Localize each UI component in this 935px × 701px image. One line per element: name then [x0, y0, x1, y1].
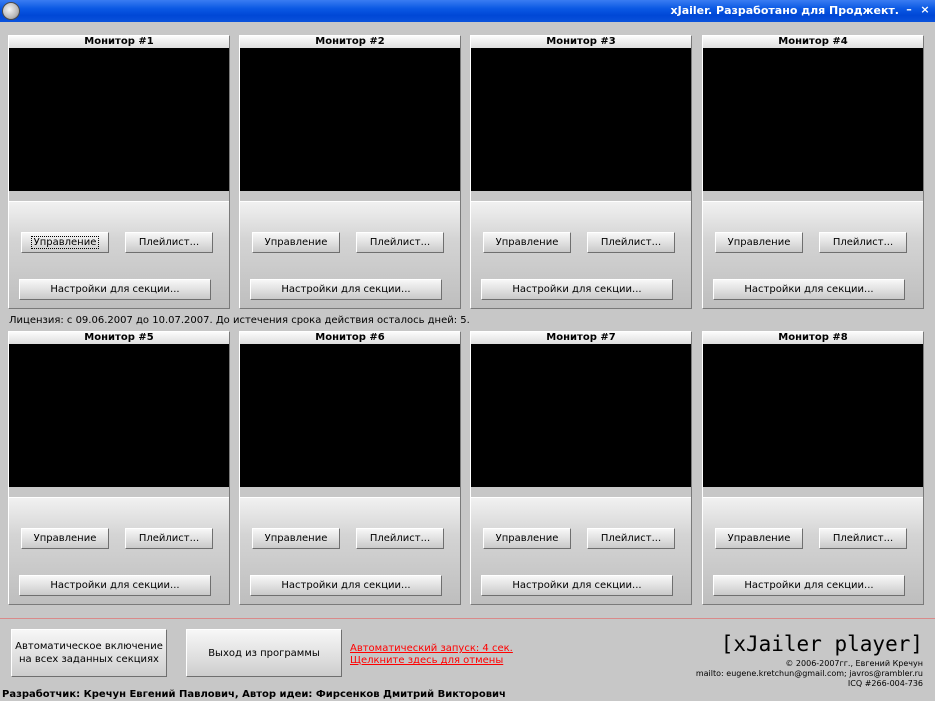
- control-button[interactable]: Управление: [21, 232, 109, 253]
- credits: © 2006-2007гг., Евгений Кречун mailto: e…: [696, 659, 923, 689]
- autostart-cancel-text[interactable]: Щелкните здесь для отмены: [350, 655, 513, 667]
- monitor-panel-8: Монитор #8 Управление Плейлист... Настро…: [702, 331, 924, 605]
- monitor-panel-4: Монитор #4 Управление Плейлист... Настро…: [702, 35, 924, 309]
- section-settings-button[interactable]: Настройки для секции...: [19, 279, 211, 300]
- monitor-screen[interactable]: [703, 48, 923, 191]
- title-bar: xJailer. Разработано для Проджект. – ×: [0, 0, 935, 22]
- window-title: xJailer. Разработано для Проджект.: [670, 4, 899, 17]
- monitor-controls: Управление Плейлист... Настройки для сек…: [703, 497, 923, 604]
- playlist-button[interactable]: Плейлист...: [356, 232, 444, 253]
- monitor-controls: Управление Плейлист... Настройки для сек…: [240, 201, 460, 308]
- brand-logo: [xJailer player]: [720, 632, 923, 656]
- monitor-panel-7: Монитор #7 Управление Плейлист... Настро…: [470, 331, 692, 605]
- playlist-button[interactable]: Плейлист...: [125, 528, 213, 549]
- monitor-screen[interactable]: [9, 344, 229, 487]
- monitor-title: Монитор #4: [703, 36, 923, 48]
- playlist-button[interactable]: Плейлист...: [819, 528, 907, 549]
- playlist-button[interactable]: Плейлист...: [587, 232, 675, 253]
- autostart-countdown[interactable]: Автоматический запуск: 4 сек.: [350, 643, 513, 655]
- monitor-panel-6: Монитор #6 Управление Плейлист... Настро…: [239, 331, 461, 605]
- section-settings-button[interactable]: Настройки для секции...: [250, 279, 442, 300]
- monitor-controls: Управление Плейлист... Настройки для сек…: [471, 497, 691, 604]
- autostart-cancel-link[interactable]: Автоматический запуск: 4 сек. Щелкните з…: [350, 643, 513, 667]
- control-button-label: Управление: [30, 236, 100, 249]
- copyright: © 2006-2007гг., Евгений Кречун: [785, 659, 923, 668]
- exit-button[interactable]: Выход из программы: [186, 629, 342, 677]
- monitor-title: Монитор #8: [703, 332, 923, 344]
- playlist-button[interactable]: Плейлист...: [125, 232, 213, 253]
- section-settings-button[interactable]: Настройки для секции...: [250, 575, 442, 596]
- monitor-screen[interactable]: [240, 48, 460, 191]
- monitor-panel-5: Монитор #5 Управление Плейлист... Настро…: [8, 331, 230, 605]
- divider: [0, 618, 935, 619]
- playlist-button[interactable]: Плейлист...: [356, 528, 444, 549]
- monitor-panel-2: Монитор #2 Управление Плейлист... Настро…: [239, 35, 461, 309]
- monitor-controls: Управление Плейлист... Настройки для сек…: [471, 201, 691, 308]
- monitor-screen[interactable]: [471, 344, 691, 487]
- monitor-controls: Управление Плейлист... Настройки для сек…: [9, 497, 229, 604]
- monitor-title: Монитор #1: [9, 36, 229, 48]
- control-button[interactable]: Управление: [715, 528, 803, 549]
- close-icon[interactable]: ×: [917, 2, 933, 18]
- contact-email[interactable]: mailto: eugene.kretchun@gmail.com; javro…: [696, 669, 923, 679]
- monitor-title: Монитор #2: [240, 36, 460, 48]
- section-settings-button[interactable]: Настройки для секции...: [481, 279, 673, 300]
- monitor-panel-1: Монитор #1 Управление Плейлист... Настро…: [8, 35, 230, 309]
- monitor-title: Монитор #6: [240, 332, 460, 344]
- section-settings-button[interactable]: Настройки для секции...: [19, 575, 211, 596]
- playlist-button[interactable]: Плейлист...: [819, 232, 907, 253]
- contact-icq: ICQ #266-004-736: [847, 679, 923, 688]
- developer-credits: Разработчик: Кречун Евгений Павлович, Ав…: [2, 689, 506, 700]
- section-settings-button[interactable]: Настройки для секции...: [481, 575, 673, 596]
- monitor-screen[interactable]: [471, 48, 691, 191]
- license-status: Лицензия: с 09.06.2007 до 10.07.2007. До…: [9, 315, 470, 326]
- monitor-controls: Управление Плейлист... Настройки для сек…: [703, 201, 923, 308]
- monitor-screen[interactable]: [9, 48, 229, 191]
- monitor-screen[interactable]: [703, 344, 923, 487]
- monitor-controls: Управление Плейлист... Настройки для сек…: [240, 497, 460, 604]
- minimize-icon[interactable]: –: [901, 2, 917, 18]
- monitor-panel-3: Монитор #3 Управление Плейлист... Настро…: [470, 35, 692, 309]
- monitor-controls: Управление Плейлист... Настройки для сек…: [9, 201, 229, 308]
- control-button[interactable]: Управление: [483, 528, 571, 549]
- app-icon[interactable]: [2, 2, 20, 20]
- auto-enable-all-button[interactable]: Автоматическое включение на всех заданны…: [11, 629, 167, 677]
- section-settings-button[interactable]: Настройки для секции...: [713, 279, 905, 300]
- section-settings-button[interactable]: Настройки для секции...: [713, 575, 905, 596]
- control-button[interactable]: Управление: [483, 232, 571, 253]
- control-button[interactable]: Управление: [252, 528, 340, 549]
- monitor-screen[interactable]: [240, 344, 460, 487]
- control-button[interactable]: Управление: [715, 232, 803, 253]
- control-button[interactable]: Управление: [21, 528, 109, 549]
- monitor-title: Монитор #3: [471, 36, 691, 48]
- control-button[interactable]: Управление: [252, 232, 340, 253]
- monitor-title: Монитор #7: [471, 332, 691, 344]
- playlist-button[interactable]: Плейлист...: [587, 528, 675, 549]
- monitor-title: Монитор #5: [9, 332, 229, 344]
